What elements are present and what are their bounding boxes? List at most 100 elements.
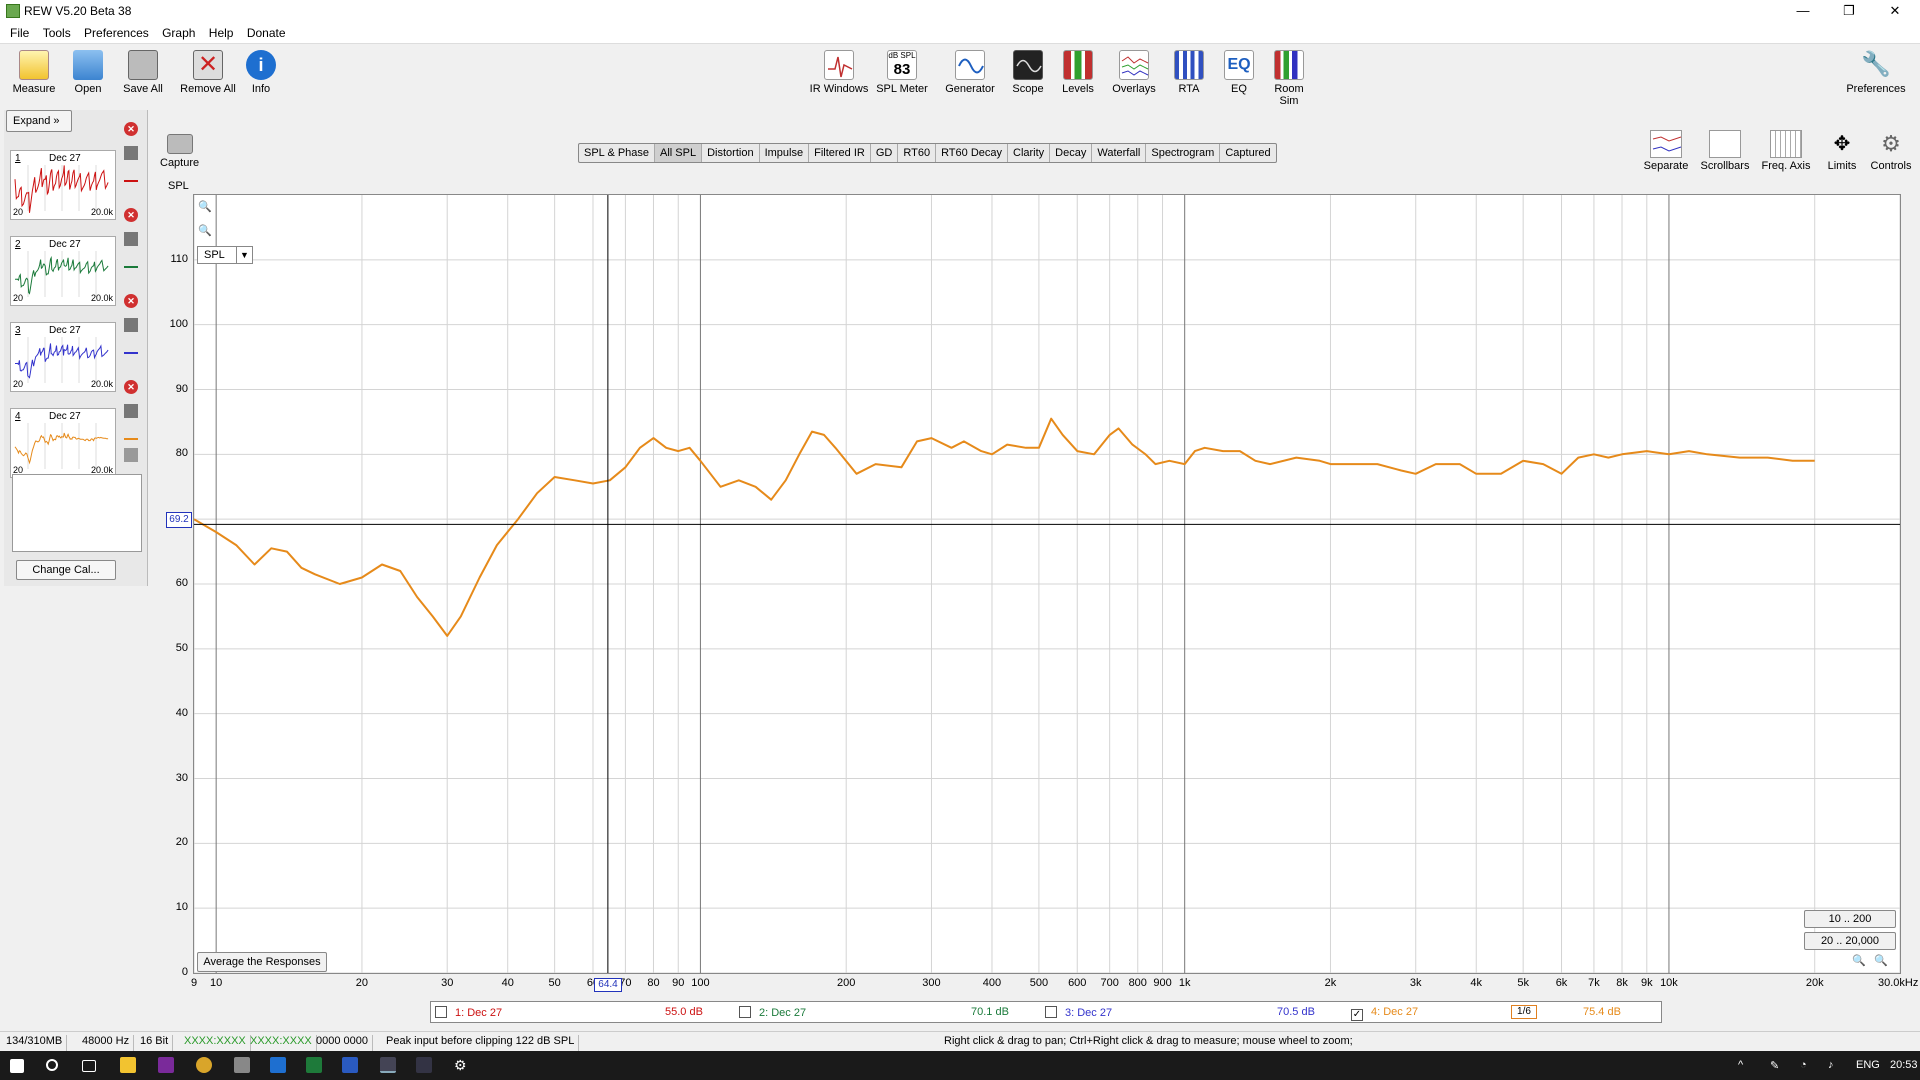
tray-chevron-icon[interactable]: ^	[1738, 1059, 1743, 1071]
save-measurement-1-icon[interactable]	[124, 146, 138, 160]
tab-all-spl[interactable]: All SPL	[655, 144, 703, 162]
pen-measurement-4-icon[interactable]	[124, 426, 138, 440]
change-cal-button[interactable]: Change Cal...	[16, 560, 116, 580]
open-button[interactable]: Open	[68, 50, 108, 95]
eq-button[interactable]: EQ EQ	[1222, 50, 1256, 95]
rta-button[interactable]: RTA	[1172, 50, 1206, 95]
legend-checkbox-4[interactable]: ✓	[1351, 1009, 1363, 1021]
menu-donate[interactable]: Donate	[242, 22, 291, 40]
separate-button[interactable]: Separate	[1640, 130, 1692, 172]
menu-file[interactable]: File	[0, 22, 34, 40]
capture-button[interactable]: Capture	[160, 134, 199, 169]
expand-button[interactable]: Expand »	[6, 110, 72, 132]
outlook-icon[interactable]	[270, 1057, 286, 1073]
scrollbars-button[interactable]: Scrollbars	[1698, 130, 1752, 172]
word-icon[interactable]	[342, 1057, 358, 1073]
zoom-in-icon[interactable]: 🔍	[198, 200, 212, 214]
ir-windows-button[interactable]: IR Windows	[808, 50, 870, 95]
spl-graph[interactable]	[193, 194, 1901, 974]
menu-tools[interactable]: Tools	[38, 22, 76, 40]
settings-app-icon[interactable]	[234, 1057, 250, 1073]
onenote-icon[interactable]	[158, 1057, 174, 1073]
tab-clarity[interactable]: Clarity	[1008, 144, 1051, 162]
graph-selector[interactable]: SPL ▼	[197, 246, 253, 264]
info-button[interactable]: i Info	[246, 50, 276, 95]
limits-button[interactable]: ✥ Limits	[1822, 130, 1862, 172]
file-explorer-icon[interactable]	[120, 1057, 136, 1073]
legend-item-1[interactable]: 1: Dec 27	[435, 1006, 502, 1019]
chrome-icon[interactable]	[196, 1057, 212, 1073]
app-taskbar-icon[interactable]	[416, 1057, 432, 1073]
spl-graph-canvas[interactable]	[194, 195, 1900, 973]
tab-filtered-ir[interactable]: Filtered IR	[809, 144, 871, 162]
remove-measurement-3-icon[interactable]: ✕	[124, 294, 138, 308]
range-20-20000-button[interactable]: 20 .. 20,000	[1804, 932, 1896, 950]
measure-button[interactable]: Measure	[12, 50, 56, 95]
language-indicator[interactable]: ENG	[1856, 1059, 1880, 1071]
pen-measurement-2-icon[interactable]	[124, 254, 138, 268]
menu-help[interactable]: Help	[204, 22, 239, 40]
controls-button[interactable]: ⚙ Controls	[1868, 130, 1914, 172]
excel-icon[interactable]	[306, 1057, 322, 1073]
menu-graph[interactable]: Graph	[157, 22, 200, 40]
pen-measurement-3-icon[interactable]	[124, 340, 138, 354]
volume-icon[interactable]: ♪	[1828, 1059, 1834, 1071]
legend-checkbox-2[interactable]	[739, 1006, 751, 1018]
levels-button[interactable]: Levels	[1060, 50, 1096, 95]
legend-item-4[interactable]: ✓ 4: Dec 27	[1351, 1006, 1418, 1021]
pen-tray-icon[interactable]: ✎	[1770, 1059, 1779, 1072]
tab-gd[interactable]: GD	[871, 144, 899, 162]
room-sim-button[interactable]: Room Sim	[1264, 50, 1314, 107]
tab-distortion[interactable]: Distortion	[702, 144, 760, 162]
task-view-icon[interactable]	[82, 1060, 96, 1072]
clock[interactable]: 20:53	[1890, 1059, 1918, 1071]
measurement-1[interactable]: 1 Dec 27 20 20.0k	[10, 150, 116, 220]
close-button[interactable]: ✕	[1872, 0, 1918, 22]
tab-waterfall[interactable]: Waterfall	[1092, 144, 1147, 162]
measurement-4[interactable]: 4 Dec 27 20 20.0k	[10, 408, 116, 478]
remove-measurement-1-icon[interactable]: ✕	[124, 122, 138, 136]
zoom-in-icon[interactable]: 🔍	[1852, 954, 1866, 968]
legend-item-3[interactable]: 3: Dec 27	[1045, 1006, 1112, 1019]
search-icon[interactable]	[46, 1059, 58, 1071]
freq-axis-button[interactable]: Freq. Axis	[1758, 130, 1814, 172]
average-responses-button[interactable]: Average the Responses	[197, 952, 327, 972]
menu-preferences[interactable]: Preferences	[79, 22, 154, 40]
tab-decay[interactable]: Decay	[1050, 144, 1093, 162]
gear-icon[interactable]: ⚙	[454, 1057, 470, 1073]
tab-spectrogram[interactable]: Spectrogram	[1146, 144, 1221, 162]
legend-checkbox-3[interactable]	[1045, 1006, 1057, 1018]
notes-measurement-4-icon[interactable]	[124, 448, 138, 462]
zoom-out-icon[interactable]: 🔍	[1874, 954, 1888, 968]
tab-impulse[interactable]: Impulse	[760, 144, 810, 162]
spl-meter-button[interactable]: dB SPL 83 SPL Meter	[876, 50, 928, 95]
tab-spl-phase[interactable]: SPL & Phase	[579, 144, 656, 162]
save-measurement-4-icon[interactable]	[124, 404, 138, 418]
minimize-button[interactable]: —	[1780, 0, 1826, 22]
zoom-out-icon[interactable]: 🔍	[198, 224, 212, 238]
save-measurement-2-icon[interactable]	[124, 232, 138, 246]
wifi-icon[interactable]: ◔	[1800, 1059, 1807, 1071]
save-measurement-3-icon[interactable]	[124, 318, 138, 332]
remove-measurement-4-icon[interactable]: ✕	[124, 380, 138, 394]
smoothing-badge[interactable]: 1/6	[1511, 1005, 1537, 1019]
legend-item-2[interactable]: 2: Dec 27	[739, 1006, 806, 1019]
maximize-button[interactable]: ❐	[1826, 0, 1872, 22]
tab-rt60[interactable]: RT60	[898, 144, 937, 162]
tab-rt60-decay[interactable]: RT60 Decay	[936, 144, 1008, 162]
rew-taskbar-icon[interactable]	[380, 1057, 396, 1073]
range-10-200-button[interactable]: 10 .. 200	[1804, 910, 1896, 928]
scope-button[interactable]: Scope	[1010, 50, 1046, 95]
start-icon[interactable]	[10, 1059, 24, 1073]
overlays-button[interactable]: Overlays	[1110, 50, 1158, 95]
tab-captured[interactable]: Captured	[1220, 144, 1275, 162]
measurement-2[interactable]: 2 Dec 27 20 20.0k	[10, 236, 116, 306]
remove-all-button[interactable]: ✕ Remove All	[178, 50, 238, 95]
legend-checkbox-1[interactable]	[435, 1006, 447, 1018]
save-all-button[interactable]: Save All	[118, 50, 168, 95]
measurement-3[interactable]: 3 Dec 27 20 20.0k	[10, 322, 116, 392]
generator-button[interactable]: Generator	[942, 50, 998, 95]
preferences-button[interactable]: 🔧 Preferences	[1846, 50, 1906, 95]
remove-measurement-2-icon[interactable]: ✕	[124, 208, 138, 222]
pen-measurement-1-icon[interactable]	[124, 168, 138, 182]
